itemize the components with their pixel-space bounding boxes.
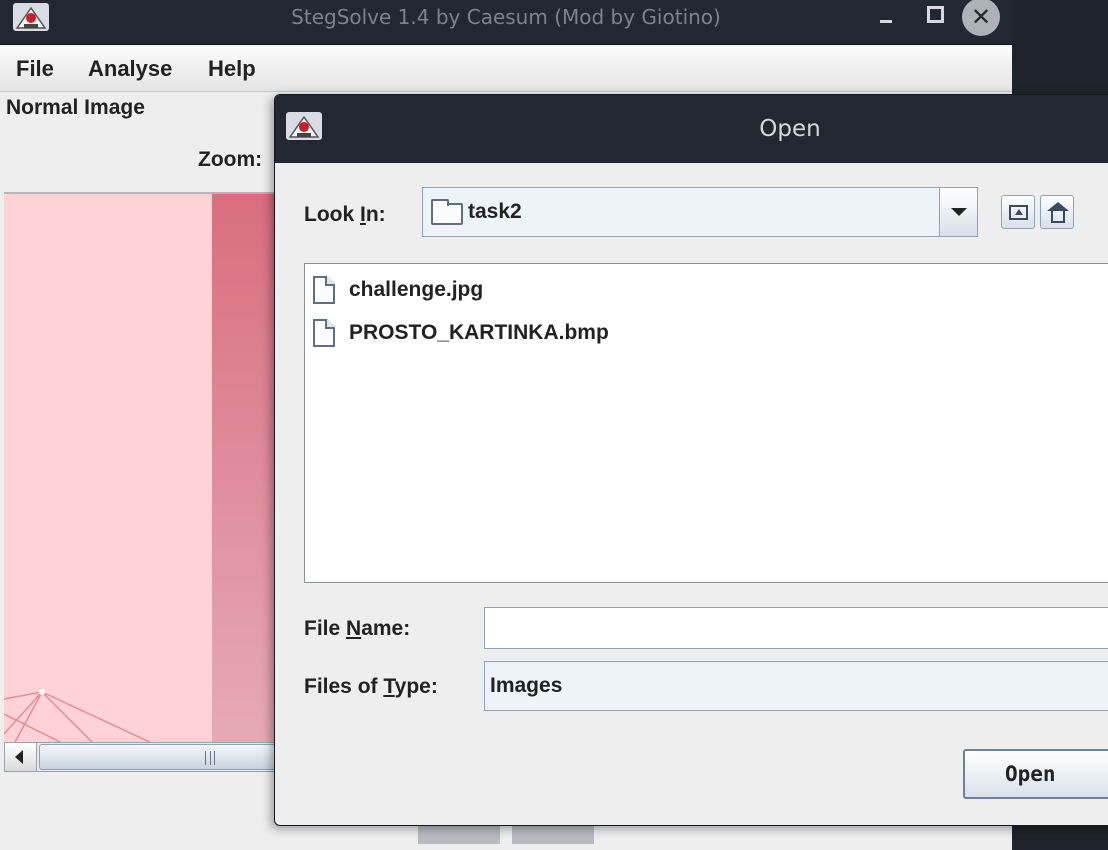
next-plane-button[interactable] — [512, 824, 594, 844]
menu-analyse[interactable]: Analyse — [88, 46, 172, 92]
open-file-dialog: Open Look In: task2 challenge.jpg PROSTO… — [274, 94, 1108, 826]
menu-help[interactable]: Help — [208, 46, 256, 92]
minimize-button[interactable] — [878, 14, 896, 24]
home-icon — [1047, 202, 1069, 211]
dropdown-arrow-icon[interactable] — [939, 188, 977, 236]
file-name-input[interactable] — [484, 607, 1108, 649]
look-in-combobox[interactable]: task2 — [422, 187, 978, 237]
file-name: challenge.jpg — [349, 278, 484, 301]
menu-file[interactable]: File — [16, 46, 54, 92]
close-icon: ✕ — [970, 3, 992, 31]
scroll-grip-icon — [205, 751, 215, 765]
files-of-type-label: Files of Type: — [304, 675, 438, 698]
file-name: PROSTO_KARTINKA.bmp — [349, 321, 609, 344]
up-one-level-button[interactable] — [1001, 195, 1035, 229]
image-viewport[interactable] — [4, 192, 276, 742]
scroll-left-arrow-icon[interactable] — [5, 743, 37, 771]
image-line-art — [4, 689, 152, 742]
maximize-button[interactable] — [925, 4, 945, 24]
files-of-type-combobox[interactable]: Images — [484, 661, 1108, 711]
main-titlebar[interactable]: StegSolve 1.4 by Caesum (Mod by Giotino)… — [0, 0, 1012, 45]
file-list[interactable]: challenge.jpg PROSTO_KARTINKA.bmp — [304, 263, 1108, 583]
previous-plane-button[interactable] — [418, 824, 500, 844]
horizontal-scrollbar[interactable] — [4, 742, 277, 772]
image-mode-label: Normal Image — [6, 96, 145, 119]
window-title: StegSolve 1.4 by Caesum (Mod by Giotino) — [291, 5, 721, 29]
files-of-type-value: Images — [490, 674, 563, 697]
home-button[interactable] — [1040, 195, 1074, 229]
file-name-label: File Name: — [304, 617, 411, 640]
folder-icon — [431, 199, 463, 225]
up-folder-icon — [1009, 205, 1028, 220]
home-icon-body — [1051, 211, 1065, 223]
dialog-titlebar[interactable]: Open — [275, 95, 1108, 163]
dialog-title: Open — [759, 116, 821, 142]
menu-bar: File Analyse Help — [0, 46, 1012, 92]
open-button[interactable]: Open — [963, 749, 1108, 799]
file-icon — [313, 276, 335, 304]
look-in-label: Look In: — [304, 203, 386, 226]
look-in-value: task2 — [468, 200, 522, 223]
file-icon — [313, 319, 335, 347]
scroll-thumb[interactable] — [39, 744, 277, 770]
zoom-label: Zoom: — [198, 148, 263, 171]
